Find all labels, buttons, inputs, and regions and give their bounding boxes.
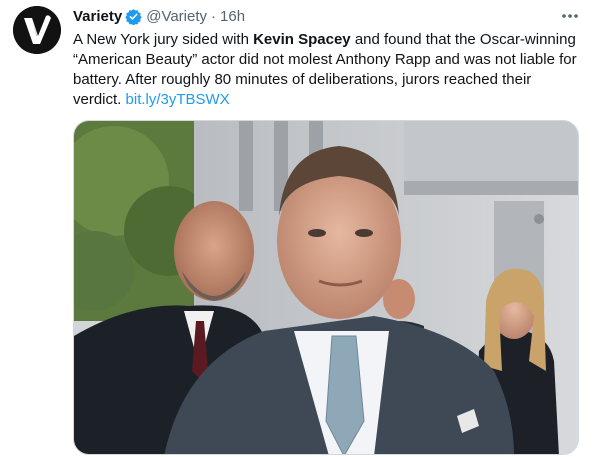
more-options-button[interactable] — [558, 6, 582, 26]
tweet-text: A New York jury sided with Kevin Spacey … — [73, 30, 578, 110]
news-photo — [74, 121, 578, 454]
tweet-text-part: A New York jury sided with — [73, 31, 254, 48]
avatar[interactable] — [13, 6, 61, 54]
variety-logo-icon — [13, 6, 61, 54]
tweet-link[interactable]: bit.ly/3yTBSWX — [126, 91, 230, 108]
verified-badge-icon — [125, 8, 142, 25]
tweet: Variety @Variety · 16h A New York jury s… — [0, 0, 612, 457]
account-name[interactable]: Variety — [73, 8, 122, 25]
tweet-text-bold: Kevin Spacey — [253, 31, 351, 48]
tweet-header: Variety @Variety · 16h — [73, 6, 245, 26]
tweet-photo[interactable] — [73, 120, 579, 455]
tweet-timestamp[interactable]: 16h — [220, 8, 245, 25]
more-horizontal-icon — [562, 14, 578, 18]
account-handle[interactable]: @Variety — [146, 8, 207, 25]
separator-dot: · — [211, 7, 217, 25]
